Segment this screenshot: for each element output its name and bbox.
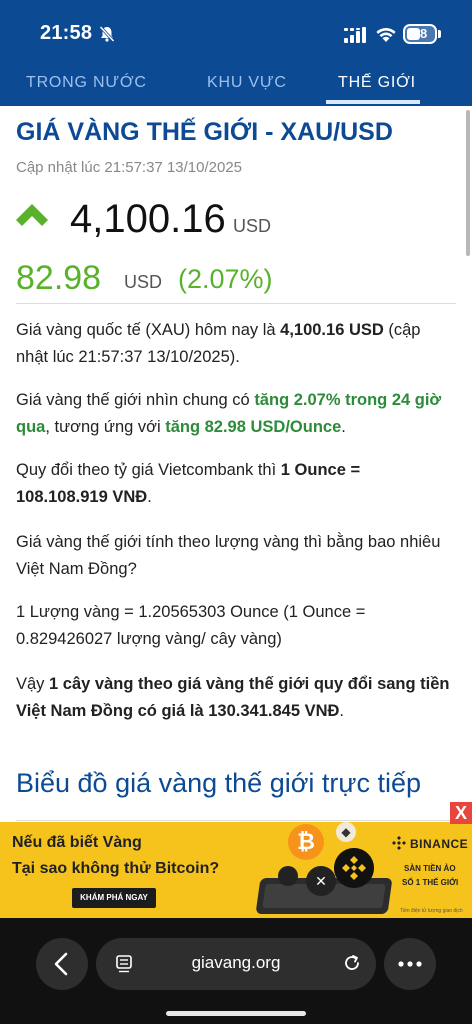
crypto-coin-icon [278,866,298,886]
bitcoin-coin-icon: ₿ [288,824,324,860]
paragraph-intl-price: Giá vàng quốc tế (XAU) hôm nay là 4,100.… [16,321,421,366]
battery-level: 28 [412,26,428,41]
back-button[interactable] [36,938,88,990]
status-bar: 21:58 28 [0,0,472,60]
paragraph-24h-change: Giá vàng thế giới nhìn chung có tăng 2.0… [16,391,442,436]
paragraph-question: Giá vàng thế giới tính theo lượng vàng t… [16,533,441,578]
battery-cap [438,30,441,38]
section-divider [16,820,456,821]
bnb-coin-icon [334,848,374,888]
status-time: 21:58 [40,22,93,44]
binance-brand: BINANCE [410,837,469,851]
ad-banner[interactable]: Nếu đã biết Vàng Tại sao không thử Bitco… [0,822,472,918]
ethereum-coin-icon: ◆ [336,822,356,842]
gold-price: 4,100.16 [70,197,226,241]
url-text: giavang.org [191,953,281,972]
battery-icon: 28 [403,24,437,44]
xrp-coin-icon: ✕ [306,866,336,896]
more-button[interactable] [384,938,436,990]
ad-headline-2: Tại sao không thử Bitcoin? [12,860,220,877]
price-currency: USD [233,216,272,236]
ad-tagline-2: SỐ 1 THẾ GIỚI [402,878,459,887]
ad-tagline-1: SÀN TIỀN ẢO [404,864,456,873]
back-icon [54,952,68,976]
ad-close-button[interactable]: X [450,802,472,824]
up-arrow-icon [16,204,48,226]
price-change: 82.98 [16,259,102,297]
updated-timestamp: Cập nhật lúc 21:57:37 13/10/2025 [16,159,243,176]
ad-cta-button[interactable]: KHÁM PHÁ NGAY [72,888,156,908]
wifi-icon [376,27,396,42]
tab-trong-nuoc[interactable]: TRONG NƯỚC [26,74,147,92]
paragraph-conclusion: Vậy 1 cây vàng theo giá vàng thế giới qu… [16,675,450,720]
bell-slash-icon [99,25,115,43]
change-percent: (2.07%) [178,264,273,294]
active-tab-indicator [326,100,420,104]
paragraph-vcb-conversion: Quy đổi theo tỷ giá Vietcombank thì 1 Ou… [16,461,361,506]
home-indicator [166,1011,306,1016]
paragraph-luong-ounce: 1 Lượng vàng = 1.20565303 Ounce (1 Ounce… [16,603,366,648]
page-title: GIÁ VÀNG THẾ GIỚI - XAU/USD [16,118,393,146]
divider [16,303,456,304]
reload-icon[interactable] [342,953,362,973]
address-bar[interactable]: giavang.org [96,938,376,990]
tab-the-gioi[interactable]: THẾ GIỚI [338,74,416,92]
signal-icon [344,27,366,43]
tab-khu-vuc[interactable]: KHU VỰC [207,74,287,92]
ad-headline-1: Nếu đã biết Vàng [12,834,142,851]
page-scrollbar[interactable] [466,110,470,256]
chart-section-heading: Biểu đồ giá vàng thế giới trực tiếp [16,768,422,798]
binance-logo-icon [392,836,406,850]
more-icon [398,961,422,967]
change-currency: USD [124,272,163,292]
ad-fine-print: Tiền điện tử lượng giao dịch [400,908,463,914]
